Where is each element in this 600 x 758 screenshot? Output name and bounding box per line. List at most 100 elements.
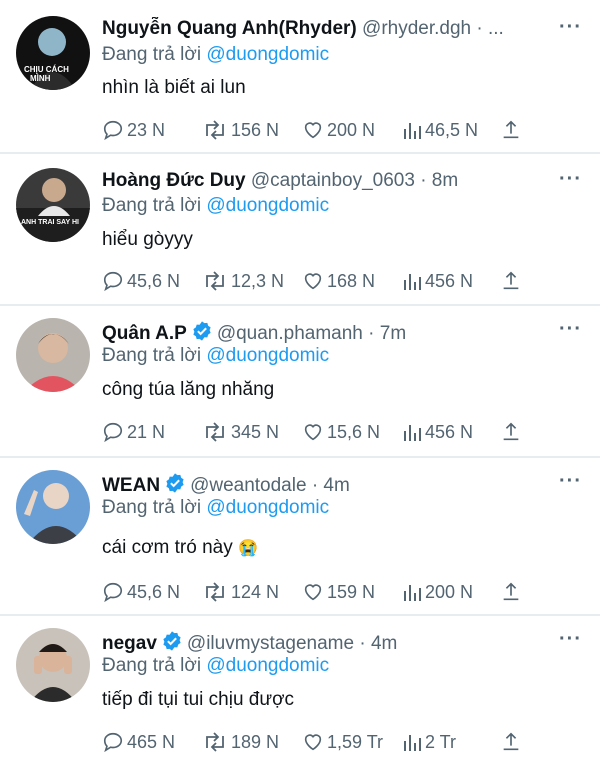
views-icon xyxy=(404,585,421,601)
replying-to: Đang trả lời @duongdomic xyxy=(102,496,329,520)
mention-link[interactable]: @duongdomic xyxy=(206,195,329,216)
views-button[interactable]: 456 N xyxy=(402,270,473,292)
views-button[interactable]: 200 N xyxy=(402,581,473,603)
like-button[interactable]: 15,6 N xyxy=(302,421,380,443)
handle[interactable]: @iluvmystagename · 4m xyxy=(187,633,397,654)
reply-item[interactable]: ANH TRAI SAY HI Hoàng Đức Duy @captainbo… xyxy=(0,154,600,304)
comment-icon xyxy=(103,120,123,141)
replying-to: Đang trả lời @duongdomic xyxy=(102,43,329,67)
more-options-button[interactable]: ··· xyxy=(559,628,582,651)
more-options-button[interactable]: ··· xyxy=(559,168,582,191)
heart-icon xyxy=(304,584,322,601)
retweet-icon xyxy=(206,271,224,291)
reply-count: 23 N xyxy=(127,119,166,140)
crying-emoji-icon: 😭 xyxy=(238,540,258,557)
reply-item[interactable]: CHỊU CÁCH MÌNH Nguyễn Quang Anh(Rhyder) … xyxy=(0,0,600,152)
display-name[interactable]: Quân A.P xyxy=(102,323,187,344)
avatar-text: MÌNH xyxy=(30,74,51,83)
retweet-button[interactable]: 12,3 N xyxy=(202,270,284,292)
reply-count: 45,6 N xyxy=(127,581,181,602)
replying-label: Đang trả lời xyxy=(102,195,202,216)
more-options-button[interactable]: ··· xyxy=(559,318,582,341)
handle[interactable]: @rhyder.dgh · ... xyxy=(362,18,504,39)
mention-link[interactable]: @duongdomic xyxy=(206,345,329,366)
views-count: 456 N xyxy=(425,270,474,291)
display-name[interactable]: negav xyxy=(102,633,157,654)
more-options-button[interactable]: ··· xyxy=(559,16,582,39)
share-button[interactable] xyxy=(500,119,525,141)
views-button[interactable]: 46,5 N xyxy=(402,119,478,141)
like-button[interactable]: 200 N xyxy=(302,119,375,141)
reply-count: 21 N xyxy=(127,421,166,442)
avatar[interactable]: CHỊU CÁCH MÌNH xyxy=(16,16,90,90)
retweet-button[interactable]: 156 N xyxy=(202,119,279,141)
share-button[interactable] xyxy=(500,581,525,603)
replying-to: Đang trả lời @duongdomic xyxy=(102,654,329,678)
views-button[interactable]: 2 Tr xyxy=(402,731,456,753)
reply-text: cái cơm tró này 😭 xyxy=(102,536,258,561)
mention-link[interactable]: @duongdomic xyxy=(206,497,329,518)
views-button[interactable]: 456 N xyxy=(402,421,473,443)
verified-badge-icon xyxy=(163,631,181,651)
comment-icon xyxy=(103,271,123,292)
reply-text: tiếp đi tụi tui chịu được xyxy=(102,689,295,710)
display-name[interactable]: Nguyễn Quang Anh(Rhyder) xyxy=(102,18,357,39)
handle[interactable]: @quan.phamanh · 7m xyxy=(217,323,406,344)
reply-button[interactable]: 21 N xyxy=(102,421,165,443)
like-button[interactable]: 159 N xyxy=(302,581,375,603)
retweet-count: 189 N xyxy=(231,731,280,752)
retweet-button[interactable]: 189 N xyxy=(202,731,279,753)
share-icon xyxy=(503,271,519,290)
reply-text: hiểu gòyyy xyxy=(102,229,193,250)
reply-button[interactable]: 23 N xyxy=(102,119,165,141)
retweet-button[interactable]: 124 N xyxy=(202,581,279,603)
avatar[interactable] xyxy=(16,470,90,544)
display-name[interactable]: WEAN xyxy=(102,475,160,496)
handle[interactable]: @captainboy_0603 · 8m xyxy=(251,170,458,191)
avatar[interactable]: ANH TRAI SAY HI xyxy=(16,168,90,242)
views-count: 456 N xyxy=(425,421,474,442)
views-count: 2 Tr xyxy=(425,731,457,752)
like-button[interactable]: 1,59 Tr xyxy=(302,731,383,753)
share-button[interactable] xyxy=(500,270,525,292)
reply-button[interactable]: 465 N xyxy=(102,731,175,753)
reply-item[interactable]: Quân A.P @quan.phamanh · 7m Đang trả lời … xyxy=(0,306,600,456)
reply-header: WEAN @weantodale · 4m xyxy=(102,472,560,498)
reply-item[interactable]: negav @iluvmystagename · 4m Đang trả lời … xyxy=(0,616,600,758)
replying-label: Đang trả lời xyxy=(102,345,202,366)
mention-link[interactable]: @duongdomic xyxy=(206,655,329,676)
heart-icon xyxy=(304,734,322,751)
share-button[interactable] xyxy=(500,731,525,753)
verified-badge-icon xyxy=(166,473,184,493)
share-icon xyxy=(503,582,519,601)
reply-count: 465 N xyxy=(127,731,176,752)
share-icon xyxy=(503,422,519,441)
more-options-button[interactable]: ··· xyxy=(559,470,582,493)
avatar[interactable] xyxy=(16,318,90,392)
like-count: 168 N xyxy=(327,270,376,291)
action-bar: 23 N 156 N 200 N 46,5 N xyxy=(102,119,532,143)
handle[interactable]: @weantodale · 4m xyxy=(190,475,350,496)
replying-label: Đang trả lời xyxy=(102,497,202,518)
mention-link[interactable]: @duongdomic xyxy=(206,44,329,65)
views-icon xyxy=(404,735,421,751)
retweet-icon xyxy=(206,582,224,602)
like-count: 159 N xyxy=(327,581,376,602)
action-bar: 45,6 N 124 N 159 N 200 N xyxy=(102,581,532,605)
like-button[interactable]: 168 N xyxy=(302,270,375,292)
reply-header: Hoàng Đức Duy @captainboy_0603 · 8m xyxy=(102,169,560,193)
reply-button[interactable]: 45,6 N xyxy=(102,581,180,603)
retweet-button[interactable]: 345 N xyxy=(202,421,279,443)
display-name[interactable]: Hoàng Đức Duy xyxy=(102,170,246,191)
action-bar: 465 N 189 N 1,59 Tr 2 Tr xyxy=(102,731,532,755)
avatar-text: CHỊU CÁCH xyxy=(24,65,69,74)
replying-to: Đang trả lời @duongdomic xyxy=(102,194,329,218)
share-button[interactable] xyxy=(500,421,525,443)
reply-text: công túa lăng nhăng xyxy=(102,379,275,400)
reply-item[interactable]: WEAN @weantodale · 4m Đang trả lời @duong… xyxy=(0,458,600,614)
replying-label: Đang trả lời xyxy=(102,44,202,65)
reply-button[interactable]: 45,6 N xyxy=(102,270,180,292)
share-icon xyxy=(503,120,519,139)
replying-label: Đang trả lời xyxy=(102,655,202,676)
avatar[interactable] xyxy=(16,628,90,702)
